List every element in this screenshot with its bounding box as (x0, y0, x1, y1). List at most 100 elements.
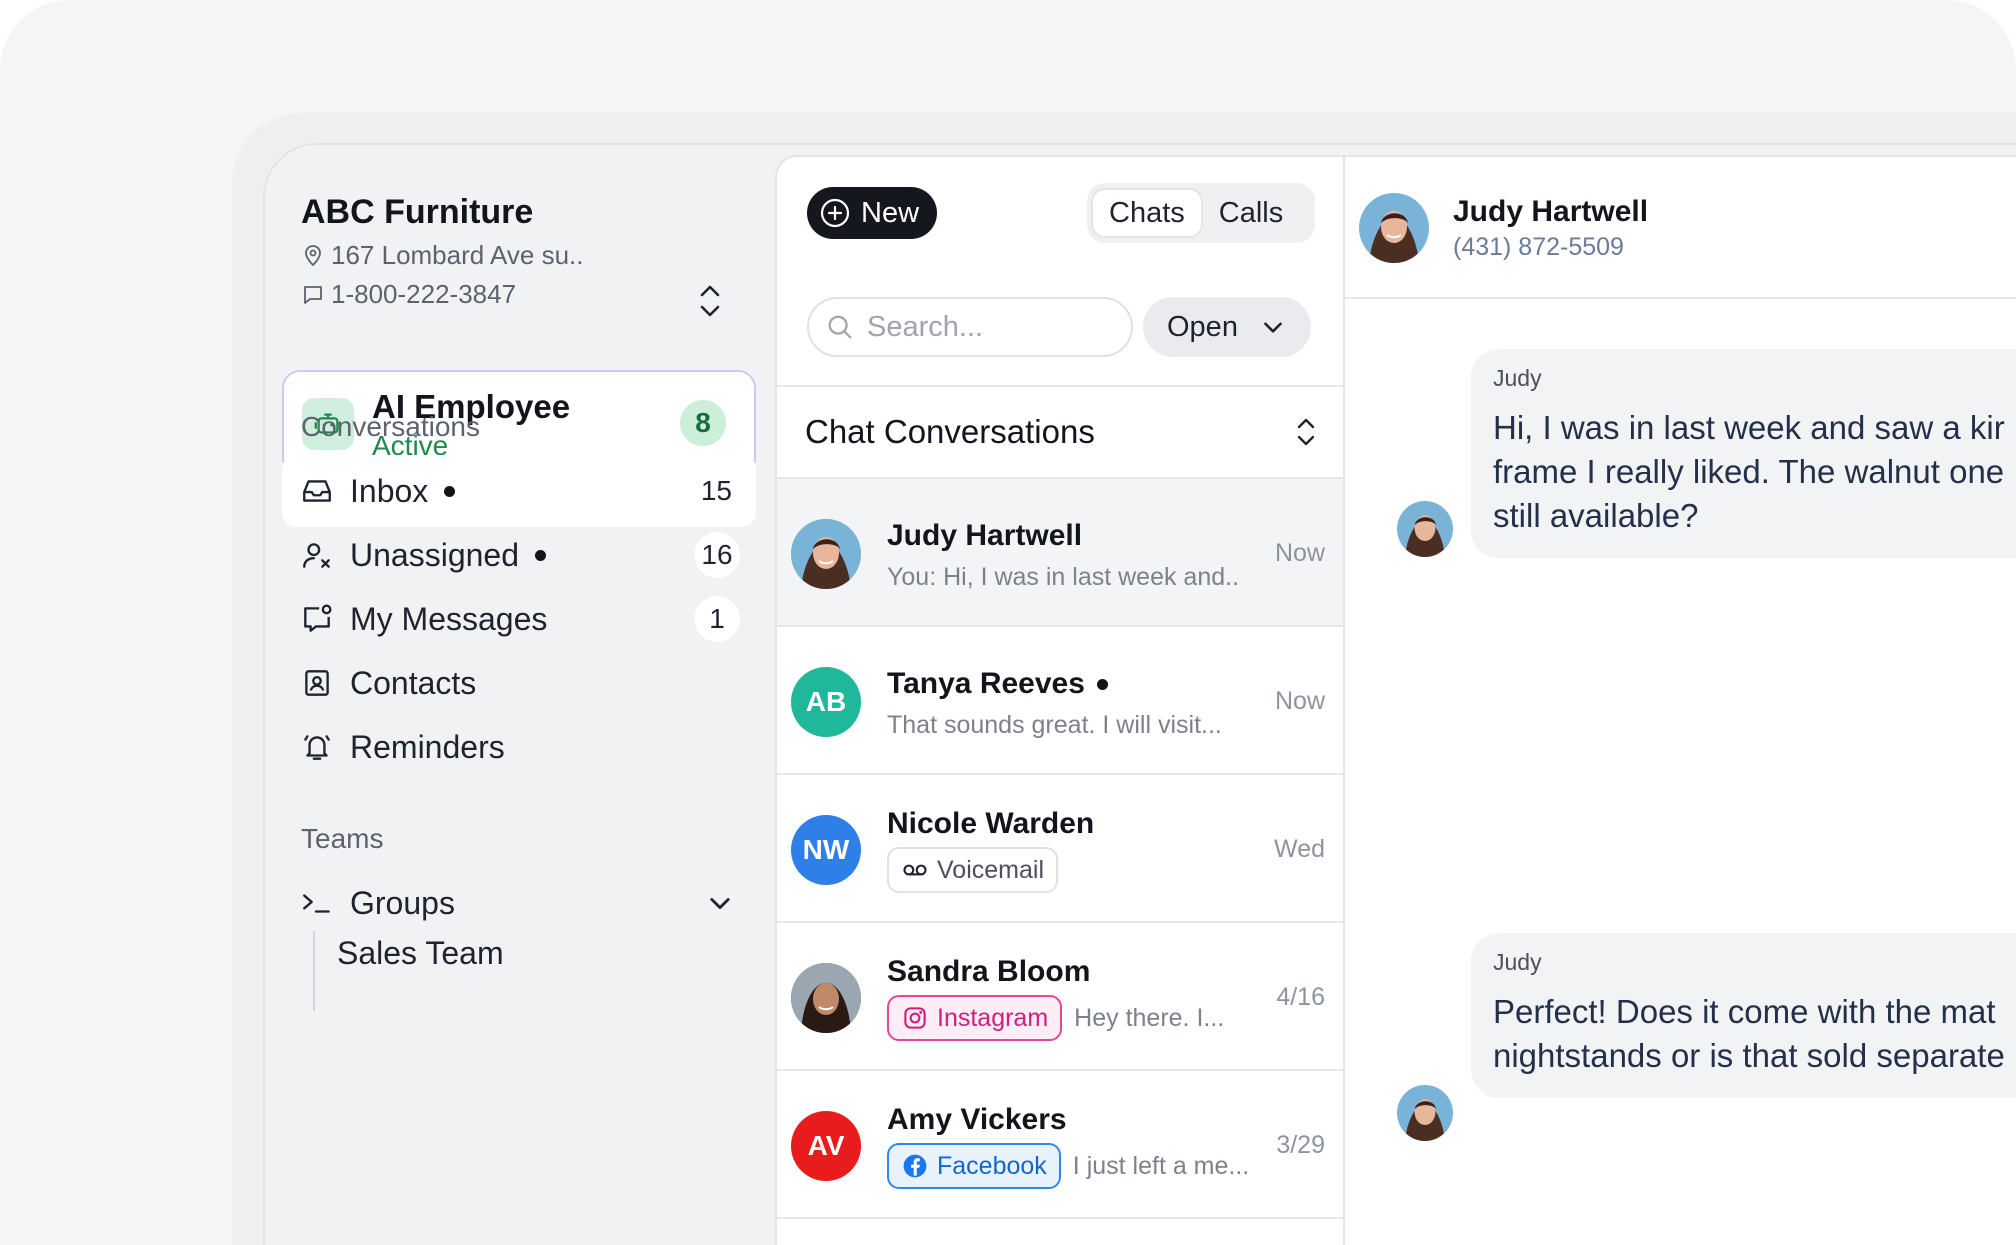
sidebar-item-contacts[interactable]: Contacts (282, 647, 756, 719)
conversation-list-panel: New Chats Calls Search... Open Chat Conv… (775, 155, 1343, 1245)
message-bubble: Judy Perfect! Does it come with the mat … (1471, 933, 2016, 1098)
sidebar-item-label: Contacts (350, 664, 477, 701)
bell-ring-icon (304, 735, 330, 760)
conversation-item-amy-vickers[interactable]: AV Amy Vickers Facebook I just left a me… (777, 1071, 1343, 1219)
message-preview: You: Hi, I was in last week and.. (887, 563, 1240, 591)
conversations-section-label: Conversations (301, 411, 480, 442)
sidebar: ABC Furniture 167 Lombard Ave su.. 1-800… (265, 145, 775, 1245)
unread-dot (1096, 678, 1108, 690)
business-phone-row: 1-800-222-3847 (301, 279, 741, 310)
instagram-tag: Instagram (887, 995, 1063, 1041)
message-bubble: Judy Hi, I was in last week and saw a ki… (1471, 349, 2016, 558)
chevron-down-icon (1264, 322, 1282, 333)
message-sender: Judy (1493, 949, 1542, 975)
message-preview: Instagram Hey there. I... (887, 995, 1224, 1041)
sidebar-item-label: Reminders (350, 728, 505, 765)
sidebar-item-groups[interactable]: Groups (282, 867, 756, 939)
conversation-item-sandra-bloom[interactable]: Sandra Bloom Instagram Hey there. I... 4… (777, 923, 1343, 1071)
sidebar-item-count: 1 (694, 596, 740, 642)
conversation-list-header[interactable]: Chat Conversations (777, 385, 1343, 479)
location-pin-icon (305, 244, 321, 266)
message-preview: That sounds great. I will visit... (887, 711, 1222, 739)
business-switcher[interactable]: ABC Furniture 167 Lombard Ave su.. 1-800… (301, 193, 741, 317)
contact-card-icon (305, 670, 329, 696)
avatar (1397, 1085, 1453, 1141)
chat-bubble-icon (304, 285, 322, 304)
chevron-up-down-icon[interactable] (1293, 415, 1319, 449)
avatar (1359, 193, 1429, 263)
chat-panel: Judy Hartwell (431) 872-5509 Judy Hi, I … (1343, 155, 2016, 1245)
user-x-icon (303, 543, 330, 568)
avatar: AB (791, 667, 861, 737)
group-item-sales-team[interactable]: Sales Team (337, 935, 504, 972)
conversation-item-nicole-warden[interactable]: NW Nicole Warden Voicemail Wed (777, 775, 1343, 923)
avatar (1397, 501, 1453, 557)
avatar (791, 963, 861, 1033)
contact-name: Sandra Bloom (887, 955, 1091, 988)
message-text: Hi, I was in last week and saw a kir fra… (1493, 409, 2005, 534)
unread-dot (535, 549, 546, 561)
chevron-up-down-icon[interactable] (693, 281, 727, 321)
sidebar-item-my-messages[interactable]: My Messages 1 (282, 583, 756, 655)
sidebar-item-count: 15 (700, 475, 732, 506)
avatar (791, 519, 861, 589)
voicemail-tag: Voicemail (887, 847, 1058, 893)
voicemail-icon (903, 864, 927, 876)
conversation-item-judy-hartwell[interactable]: Judy Hartwell You: Hi, I was in last wee… (777, 479, 1343, 627)
sidebar-item-label: Unassigned (350, 536, 519, 573)
sidebar-item-label: My Messages (350, 600, 548, 637)
status-filter-dropdown[interactable]: Open (1143, 297, 1311, 357)
contact-name: Tanya Reeves (887, 667, 1108, 701)
search-icon (828, 315, 852, 339)
contact-name: Amy Vickers (887, 1103, 1067, 1136)
timestamp: 4/16 (1276, 983, 1325, 1011)
business-phone: 1-800-222-3847 (331, 279, 517, 309)
sidebar-item-unassigned[interactable]: Unassigned 16 (282, 519, 756, 591)
plus-circle-icon (820, 198, 850, 228)
contact-name: Judy Hartwell (887, 519, 1083, 552)
business-name: ABC Furniture (301, 193, 534, 231)
new-conversation-button[interactable]: New (807, 187, 937, 239)
chevron-down-icon[interactable] (706, 889, 734, 917)
teams-section-label: Teams (301, 823, 384, 854)
terminal-icon (303, 894, 330, 913)
chat-contact-name: Judy Hartwell (1453, 195, 1649, 228)
sidebar-item-label: Inbox (350, 472, 429, 509)
conversation-item-tanya-reeves[interactable]: AB Tanya Reeves That sounds great. I wil… (777, 627, 1343, 775)
search-placeholder: Search... (867, 310, 984, 343)
timestamp: Now (1274, 539, 1325, 567)
new-button-label: New (861, 196, 920, 229)
message-preview: Facebook I just left a me... (887, 1143, 1249, 1189)
sidebar-item-count: 16 (694, 532, 740, 578)
sidebar-item-inbox[interactable]: Inbox 15 (282, 455, 756, 527)
facebook-tag: Facebook (887, 1143, 1061, 1189)
facebook-icon (903, 1154, 927, 1178)
timestamp: 3/29 (1276, 1131, 1325, 1159)
inbox-icon (303, 480, 331, 502)
ai-employee-count-badge: 8 (680, 400, 726, 446)
business-address: 167 Lombard Ave su.. (331, 240, 584, 270)
chats-calls-toggle: Chats Calls (1087, 183, 1315, 243)
status-filter-value: Open (1167, 310, 1238, 343)
instagram-icon (904, 1007, 926, 1029)
chat-contact-phone[interactable]: (431) 872-5509 (1453, 233, 1624, 262)
message-notify-icon (304, 604, 332, 632)
app-window: ABC Furniture 167 Lombard Ave su.. 1-800… (263, 143, 2016, 1245)
message-preview: Voicemail (887, 847, 1058, 893)
timestamp: Now (1274, 687, 1325, 715)
search-input[interactable]: Search... (807, 297, 1133, 357)
avatar: NW (791, 815, 861, 885)
sidebar-item-reminders[interactable]: Reminders (282, 711, 756, 783)
unread-dot (444, 485, 456, 497)
contact-name: Nicole Warden (887, 807, 1095, 840)
message-text: Perfect! Does it come with the mat night… (1493, 993, 2005, 1074)
chat-header: Judy Hartwell (431) 872-5509 (1345, 157, 2016, 299)
message-sender: Judy (1493, 365, 1542, 391)
timestamp: Wed (1274, 835, 1325, 863)
tab-chats[interactable]: Chats (1091, 188, 1203, 238)
tab-calls[interactable]: Calls (1203, 188, 1299, 238)
business-address-row: 167 Lombard Ave su.. (301, 240, 741, 271)
list-title: Chat Conversations (805, 413, 1095, 450)
avatar: AV (791, 1111, 861, 1181)
tree-line (313, 931, 315, 1011)
